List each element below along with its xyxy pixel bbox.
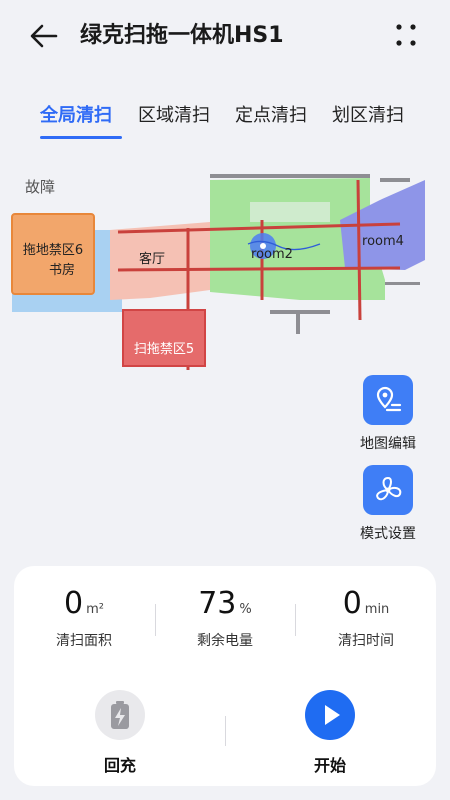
recharge-label: 回充	[103, 756, 136, 775]
sweep-mop-forbidden-zone[interactable]	[122, 309, 206, 367]
start-button[interactable]: 开始	[280, 690, 380, 776]
clean-time-label: 清扫时间	[338, 633, 394, 649]
recharge-button[interactable]: 回充	[70, 690, 170, 776]
more-options-icon[interactable]	[388, 18, 424, 54]
map-edit-label: 地图编辑	[360, 436, 416, 452]
battery-unit: %	[239, 602, 252, 617]
stat-clean-area: 0 m² 清扫面积	[14, 584, 154, 650]
clean-area-value: 0	[64, 586, 84, 621]
back-arrow-icon[interactable]	[26, 18, 62, 54]
fault-label: 故障	[25, 178, 56, 196]
battery-label: 剩余电量	[197, 633, 253, 649]
tab-area-division-clean[interactable]: 划区清扫	[332, 100, 404, 132]
room-label-study: 书房	[49, 262, 75, 278]
room-label-room2: room2	[251, 247, 293, 262]
top-bar: 绿克扫拖一体机HS1	[0, 0, 450, 72]
play-icon	[305, 690, 355, 740]
page-title: 绿克扫拖一体机HS1	[80, 23, 284, 48]
room-label-room4: room4	[362, 234, 404, 249]
fan-icon	[363, 465, 413, 515]
active-tab-indicator	[40, 136, 122, 139]
battery-value: 73	[198, 586, 237, 621]
clean-area-unit: m²	[86, 602, 104, 617]
mode-tabs: 全局清扫 区域清扫 定点清扫 划区清扫	[0, 100, 450, 144]
battery-charge-icon	[95, 690, 145, 740]
room-label-living: 客厅	[139, 251, 165, 267]
map-pin-icon	[363, 375, 413, 425]
clean-time-unit: min	[364, 602, 390, 617]
status-panel: 0 m² 清扫面积 73% 剩余电量 0 min 清扫时间 回充 开始	[14, 566, 436, 786]
mode-settings-label: 模式设置	[360, 526, 416, 542]
mop-forbidden-zone-label: 拖地禁区6	[23, 243, 83, 258]
tab-global-clean[interactable]: 全局清扫	[40, 100, 112, 132]
tab-zone-clean[interactable]: 区域清扫	[138, 100, 210, 132]
mode-settings-button[interactable]: 模式设置	[348, 465, 428, 543]
stat-clean-time: 0 min 清扫时间	[296, 584, 436, 650]
stat-battery: 73% 剩余电量	[155, 584, 295, 650]
map-edit-button[interactable]: 地图编辑	[348, 375, 428, 453]
action-divider	[225, 716, 226, 746]
clean-time-value: 0	[342, 586, 362, 621]
start-label: 开始	[313, 756, 346, 775]
tab-spot-clean[interactable]: 定点清扫	[235, 100, 307, 132]
clean-area-label: 清扫面积	[56, 633, 112, 649]
sweep-mop-forbidden-zone-label: 扫拖禁区5	[134, 342, 194, 357]
floor-map[interactable]: 拖地禁区6 书房 客厅 room2 room4 扫拖禁区5	[0, 160, 450, 370]
